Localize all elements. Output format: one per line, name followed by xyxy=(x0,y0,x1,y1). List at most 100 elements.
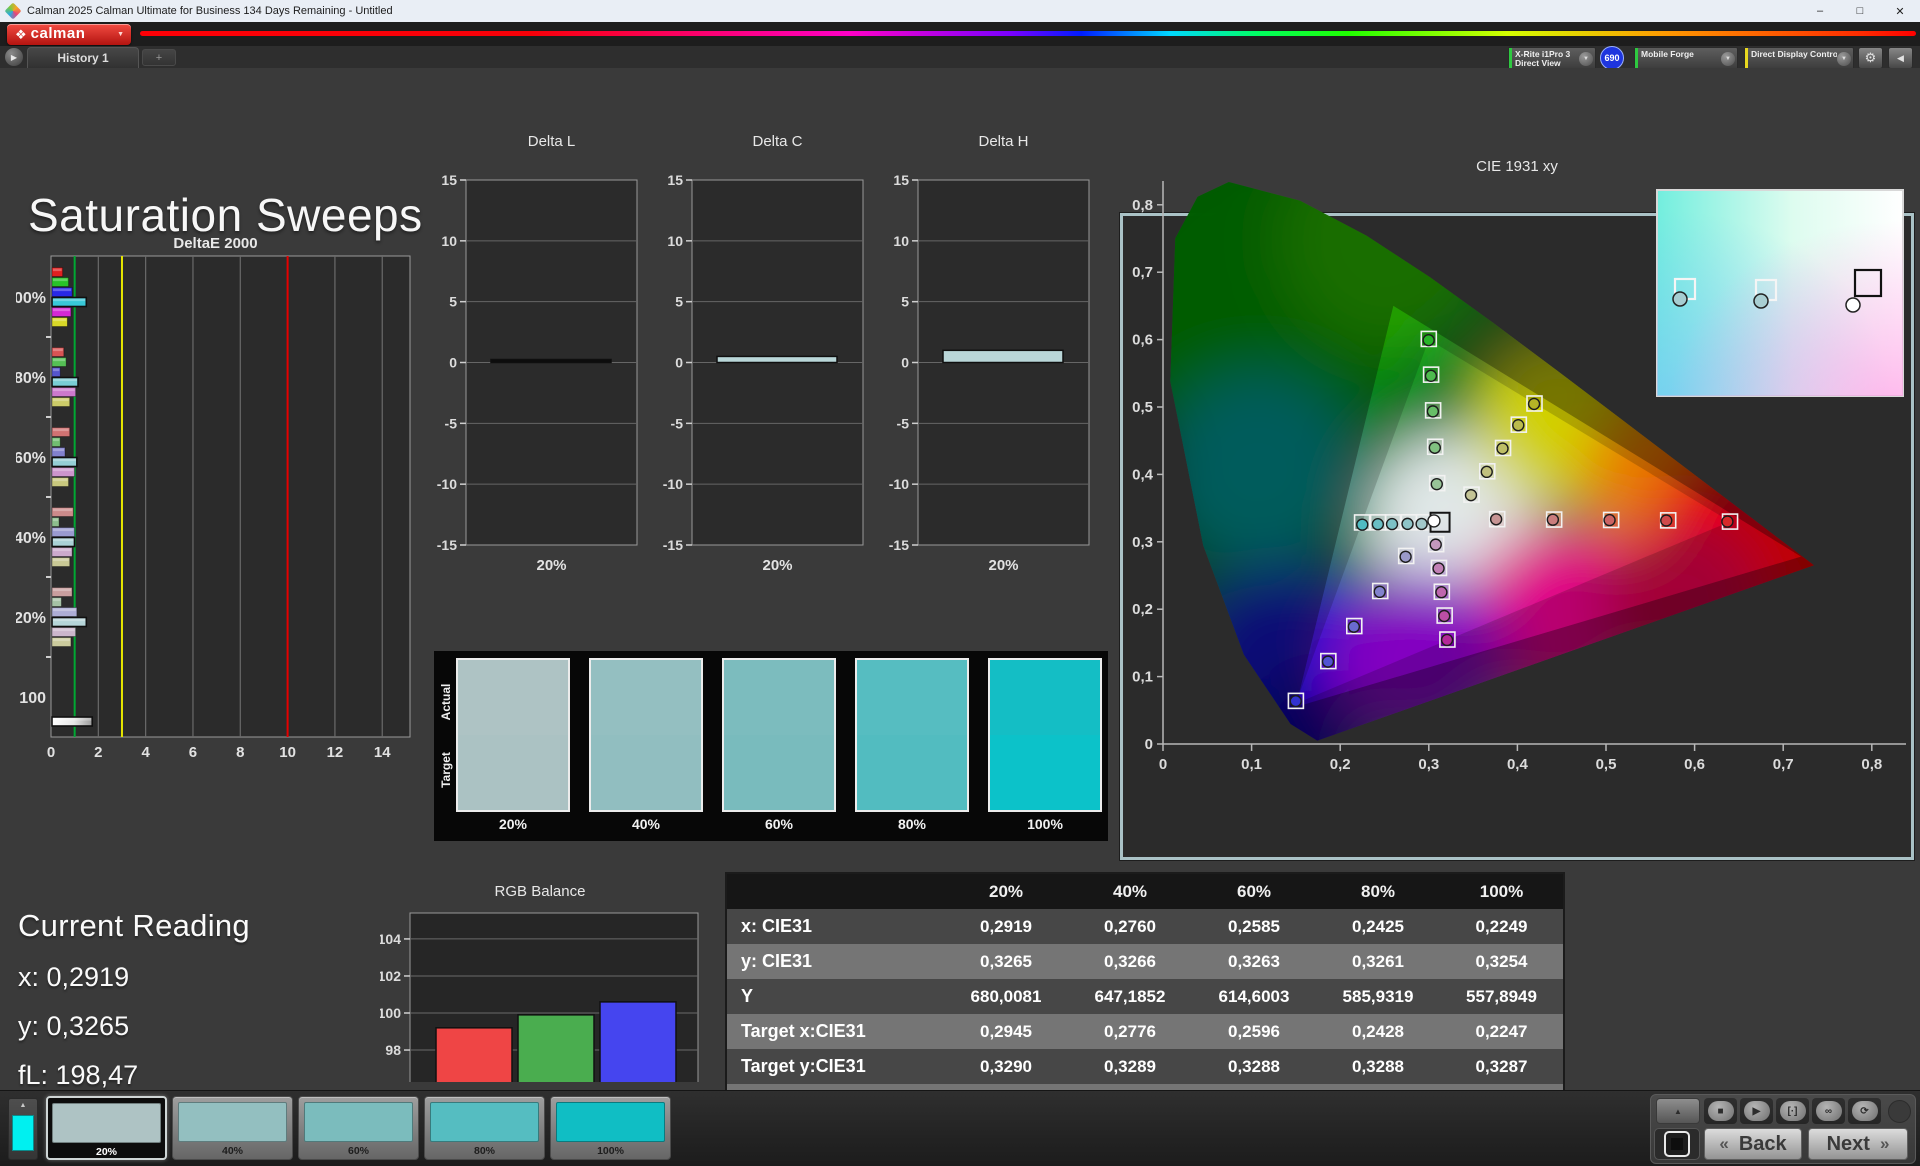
delta-c-chart: Delta C -15 -10 -5 0 5 10 15 20% xyxy=(663,133,864,574)
svg-text:-5: -5 xyxy=(897,415,910,431)
delta_h-bar xyxy=(942,349,1064,364)
svg-text:0: 0 xyxy=(675,355,683,371)
delta-l-chart: Delta L -15 -10 -5 0 5 10 15 20% xyxy=(437,133,638,574)
svg-text:96: 96 xyxy=(385,1079,401,1082)
svg-text:104: 104 xyxy=(380,931,401,947)
cie-measured-point xyxy=(1356,518,1369,531)
tab-history-1[interactable]: History 1 xyxy=(27,47,139,68)
workspace: Saturation Sweeps DeltaE 2000100%80%60%4… xyxy=(0,68,1920,1139)
table-cell: 0,2919 xyxy=(980,916,1032,936)
pattern-button-100%[interactable]: 100% xyxy=(550,1096,671,1160)
pattern-label: 20% xyxy=(95,1146,117,1158)
play-icon: ▶ xyxy=(1743,1101,1770,1121)
display-control-dropdown[interactable]: Direct Display Control ▼ xyxy=(1744,47,1854,70)
svg-text:0: 0 xyxy=(901,355,909,371)
svg-text:14: 14 xyxy=(374,744,391,761)
cie-measured-point xyxy=(1429,538,1442,551)
cie-measured-point xyxy=(1401,517,1414,531)
swatch-label: 80% xyxy=(897,816,927,832)
play-button[interactable]: ▶ xyxy=(1740,1098,1773,1124)
rgb-balance-chart: RGB Balance969810010210420% xyxy=(380,883,699,1082)
pattern-chip xyxy=(556,1102,665,1142)
pattern-button-20%[interactable]: 20% xyxy=(46,1096,167,1160)
table-row-label: y: CIE31 xyxy=(741,951,813,971)
table-cell: 0,3263 xyxy=(1228,951,1280,971)
current-reading-y: y: 0,3265 xyxy=(18,1011,130,1041)
pattern-button-40%[interactable]: 40% xyxy=(172,1096,293,1160)
svg-text:8: 8 xyxy=(236,744,244,761)
gear-icon: ⚙ xyxy=(1864,50,1877,65)
window-title: Calman 2025 Calman Ultimate for Business… xyxy=(27,5,393,17)
svg-text:Delta L: Delta L xyxy=(528,133,576,150)
meter-count-badge[interactable]: 690 xyxy=(1600,46,1624,70)
svg-text:100%: 100% xyxy=(16,290,46,307)
back-label: Back xyxy=(1738,1132,1787,1155)
next-button[interactable]: Next » xyxy=(1808,1128,1908,1160)
table-cell: 614,6003 xyxy=(1218,986,1290,1006)
cie-measured-point xyxy=(1660,514,1673,527)
svg-text:100: 100 xyxy=(380,1005,401,1021)
status-dot xyxy=(1888,1100,1911,1123)
svg-text:0,4: 0,4 xyxy=(1507,756,1529,773)
cie-measured-point xyxy=(1371,518,1385,531)
table-cell: 0,3266 xyxy=(1104,951,1156,971)
history-expand-button[interactable]: ▶ xyxy=(5,48,23,66)
table-row-label: Target y:CIE31 xyxy=(741,1056,866,1076)
display-control-name: Direct Display Control xyxy=(1751,49,1837,59)
single-measure-button[interactable]: [·] xyxy=(1776,1098,1809,1124)
pattern-button-80%[interactable]: 80% xyxy=(424,1096,545,1160)
table-cell: 0,2247 xyxy=(1475,1021,1528,1041)
back-button[interactable]: « Back xyxy=(1704,1128,1802,1160)
cie-measured-point xyxy=(1440,633,1454,647)
svg-text:0: 0 xyxy=(1159,756,1167,773)
svg-text:-15: -15 xyxy=(889,537,909,553)
delta-h-chart: Delta H -15 -10 -5 0 5 10 15 20% xyxy=(889,133,1090,574)
maximize-button[interactable]: □ xyxy=(1840,0,1880,22)
svg-text:0,1: 0,1 xyxy=(1132,669,1153,686)
close-button[interactable]: ✕ xyxy=(1880,0,1920,22)
svg-text:4: 4 xyxy=(141,744,150,761)
source-dropdown[interactable]: Mobile Forge ▼ xyxy=(1634,47,1738,70)
cie-measured-point xyxy=(1422,333,1435,347)
cie-1931-chart: CIE 1931 xy 0 0,1 0,2 0,3 0,4 0,5 0,6 0,7 0,8 0 0,1… xyxy=(1132,158,1906,773)
next-label: Next xyxy=(1826,1132,1870,1155)
collapse-panel-button[interactable]: ◀ xyxy=(1888,47,1913,69)
loop-button[interactable]: ⟳ xyxy=(1848,1098,1881,1124)
current-reading-x: x: 0,2919 xyxy=(18,962,130,992)
pattern-window-button[interactable]: ▲ xyxy=(8,1098,38,1160)
add-history-tab-button[interactable]: + xyxy=(142,49,176,66)
cie-measured-point xyxy=(1289,694,1302,708)
table-cell: 647,1852 xyxy=(1094,986,1166,1006)
deltae-2000-chart: DeltaE 2000 100% 80% 60% 40% 20% 100 0 2 4 6 8 10 12 1… xyxy=(16,235,411,761)
current-reading-title: Current Reading xyxy=(18,908,250,943)
continuous-button[interactable]: ∞ xyxy=(1812,1098,1845,1124)
pattern-button-60%[interactable]: 60% xyxy=(298,1096,419,1160)
table-cell: 0,2428 xyxy=(1352,1021,1404,1041)
settings-button[interactable]: ⚙ xyxy=(1858,47,1883,69)
svg-text:12: 12 xyxy=(327,744,344,761)
pattern-window-toggle-button[interactable] xyxy=(1654,1128,1700,1160)
table-cell: 0,3289 xyxy=(1104,1056,1156,1076)
svg-text:98: 98 xyxy=(385,1042,401,1058)
svg-text:0: 0 xyxy=(1145,736,1153,753)
swatch-80% xyxy=(855,658,969,812)
stop-button[interactable]: ■ xyxy=(1704,1098,1737,1124)
svg-text:5: 5 xyxy=(449,294,457,310)
table-col-header: 100% xyxy=(1440,873,1564,909)
calman-menu-button[interactable]: ❖ calman ▼ xyxy=(7,24,131,45)
cie-measured-point xyxy=(1321,655,1335,668)
svg-text:Delta C: Delta C xyxy=(752,133,802,150)
cie-measured-point xyxy=(1480,465,1493,479)
swatch-20% xyxy=(456,658,570,812)
cie-whitepoint-measured xyxy=(1427,514,1441,528)
svg-text:-10: -10 xyxy=(663,476,683,492)
svg-text:0,2: 0,2 xyxy=(1330,756,1351,773)
delta_c-bar xyxy=(716,355,838,364)
minimize-button[interactable]: – xyxy=(1800,0,1840,22)
svg-text:20%: 20% xyxy=(16,610,46,627)
pattern-preview-swatch xyxy=(12,1115,34,1151)
stop-square-icon xyxy=(1671,1138,1683,1150)
tab-bar xyxy=(0,46,1920,69)
transport-expand-button[interactable]: ▲ xyxy=(1656,1098,1700,1124)
meter-dropdown[interactable]: X-Rite i1Pro 3 Direct View ▼ xyxy=(1508,47,1596,70)
